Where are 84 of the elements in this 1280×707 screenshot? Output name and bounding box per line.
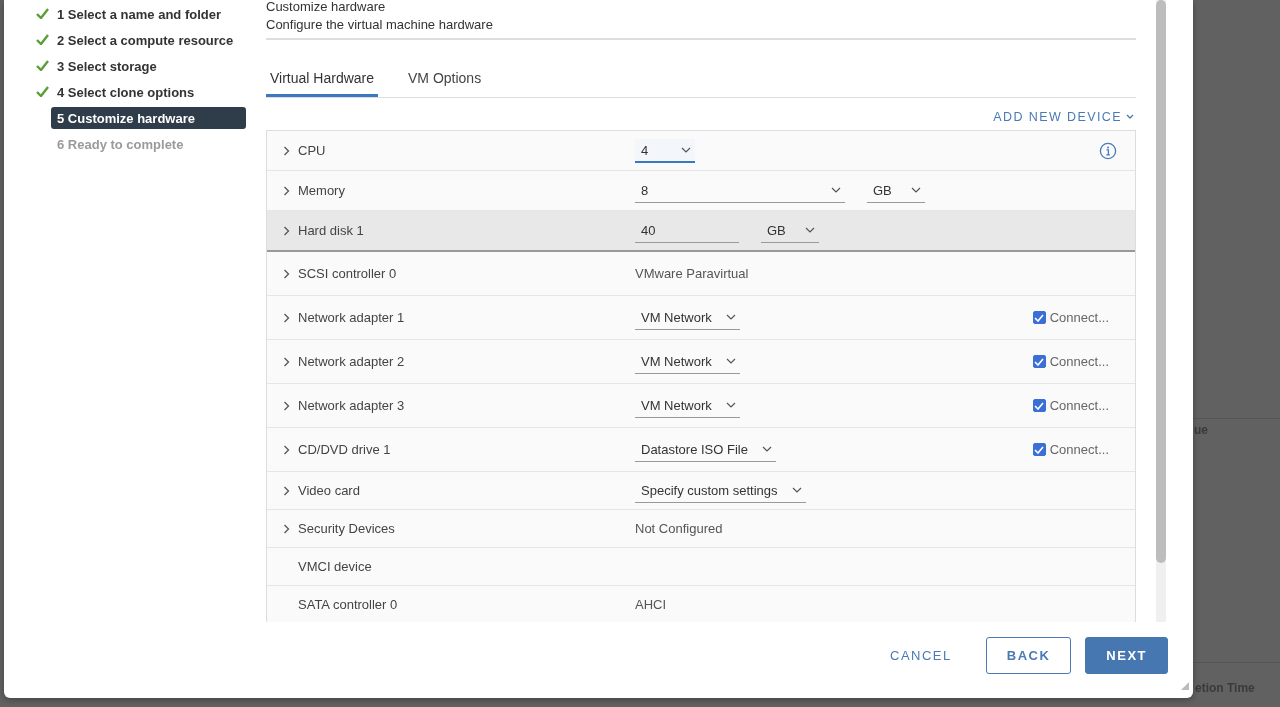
expand-chevron-icon[interactable] [282, 268, 290, 279]
checkmark-icon [36, 60, 49, 71]
device-name: Security Devices [298, 521, 395, 536]
value-dropdown[interactable]: VM Network [635, 305, 740, 330]
wizard-step[interactable]: 5 Customize hardware [51, 107, 246, 129]
caret-icon [761, 446, 772, 452]
device-name: CPU [298, 143, 326, 158]
device-name: Network adapter 1 [298, 310, 405, 325]
footer-button[interactable]: NEXT [1085, 637, 1168, 674]
expand-chevron-icon[interactable] [282, 400, 290, 411]
device-row[interactable]: Network adapter 1 VM Network Connect... [267, 296, 1135, 340]
unit-dropdown[interactable]: GB [761, 218, 819, 243]
connect-checkbox[interactable]: Connect... [1032, 398, 1109, 413]
device-row[interactable]: Video card Specify custom settings [267, 472, 1135, 510]
value-dropdown[interactable]: VM Network [635, 349, 740, 374]
expand-chevron-icon[interactable] [282, 485, 290, 496]
checkbox[interactable] [1032, 355, 1046, 368]
checkmark-icon [36, 8, 49, 19]
device-name: VMCI device [298, 559, 372, 574]
scrollbar[interactable] [1156, 0, 1166, 622]
resize-grip-icon[interactable] [1181, 682, 1189, 690]
caret-icon [725, 314, 736, 320]
value-text: AHCI [635, 597, 667, 612]
device-name: SATA controller 0 [298, 597, 398, 612]
wizard-step[interactable]: 1 Select a name and folder [51, 3, 246, 25]
page-title: Customize hardware [266, 0, 387, 16]
expand-chevron-icon[interactable] [282, 312, 290, 323]
device-row[interactable]: Hard disk 1 40 GB [267, 211, 1135, 252]
tab[interactable]: Virtual Hardware [266, 66, 378, 97]
expand-chevron-icon[interactable] [282, 523, 290, 534]
device-row[interactable]: CPU 4 [267, 131, 1135, 171]
value-dropdown[interactable]: 8 [635, 178, 845, 203]
caret-icon [831, 187, 841, 193]
device-name: SCSI controller 0 [298, 266, 397, 281]
connect-checkbox[interactable]: Connect... [1032, 442, 1109, 457]
device-name: CD/DVD drive 1 [298, 442, 391, 457]
checkbox[interactable] [1032, 399, 1046, 412]
expand-chevron-icon[interactable] [282, 356, 290, 367]
device-row[interactable]: SATA controller 0 AHCI [267, 586, 1135, 622]
wizard-step[interactable]: 2 Select a compute resource [51, 29, 246, 51]
checkmark-icon [36, 86, 49, 97]
wizard-step[interactable]: 3 Select storage [51, 55, 246, 77]
footer-button[interactable]: BACK [985, 637, 1072, 674]
caret-icon [911, 187, 921, 193]
device-name: Hard disk 1 [298, 223, 364, 238]
device-row[interactable]: VMCI device [267, 548, 1135, 586]
caret-icon [805, 227, 815, 233]
device-row[interactable]: SCSI controller 0 VMware Paravirtual [267, 252, 1135, 296]
value-text: Not Configured [635, 521, 723, 536]
caret-icon [1126, 114, 1134, 120]
wizard-step[interactable]: 4 Select clone options [51, 81, 246, 103]
connect-checkbox[interactable]: Connect... [1032, 310, 1109, 325]
value-input-field[interactable]: 40 [635, 218, 739, 243]
value-dropdown[interactable]: Specify custom settings [635, 478, 806, 503]
expand-chevron-icon[interactable] [282, 185, 290, 196]
tab[interactable]: VM Options [404, 66, 486, 97]
checkbox[interactable] [1032, 311, 1046, 324]
device-name: Network adapter 2 [298, 354, 405, 369]
add-device-button[interactable]: ADD NEW DEVICE [991, 108, 1136, 126]
device-row[interactable]: CD/DVD drive 1 Datastore ISO File Connect... [267, 428, 1135, 472]
expand-chevron-icon[interactable] [282, 444, 290, 455]
device-row[interactable]: Network adapter 2 VM Network Connect... [267, 340, 1135, 384]
device-name: Network adapter 3 [298, 398, 405, 413]
device-row[interactable]: Network adapter 3 VM Network Connect... [267, 384, 1135, 428]
caret-icon [681, 147, 691, 153]
device-row[interactable]: Security Devices Not Configured [267, 510, 1135, 548]
value-text: VMware Paravirtual [635, 266, 749, 281]
info-icon[interactable] [1099, 141, 1117, 160]
checkmark-icon [36, 34, 49, 45]
connect-checkbox[interactable]: Connect... [1032, 354, 1109, 369]
caret-icon [791, 487, 802, 493]
caret-icon [725, 402, 736, 408]
expand-chevron-icon[interactable] [282, 145, 290, 156]
value-dropdown[interactable]: 4 [635, 138, 695, 163]
value-dropdown[interactable]: Datastore ISO File [635, 437, 776, 462]
device-name: Video card [298, 483, 360, 498]
page-subtitle: Configure the virtual machine hardware [266, 17, 494, 32]
device-name: Memory [298, 183, 345, 198]
expand-chevron-icon[interactable] [282, 225, 290, 236]
footer-button[interactable]: CANCEL [870, 637, 972, 674]
value-dropdown[interactable]: VM Network [635, 393, 740, 418]
unit-dropdown[interactable]: GB [867, 178, 925, 203]
caret-icon [725, 358, 736, 364]
checkbox[interactable] [1032, 443, 1046, 456]
